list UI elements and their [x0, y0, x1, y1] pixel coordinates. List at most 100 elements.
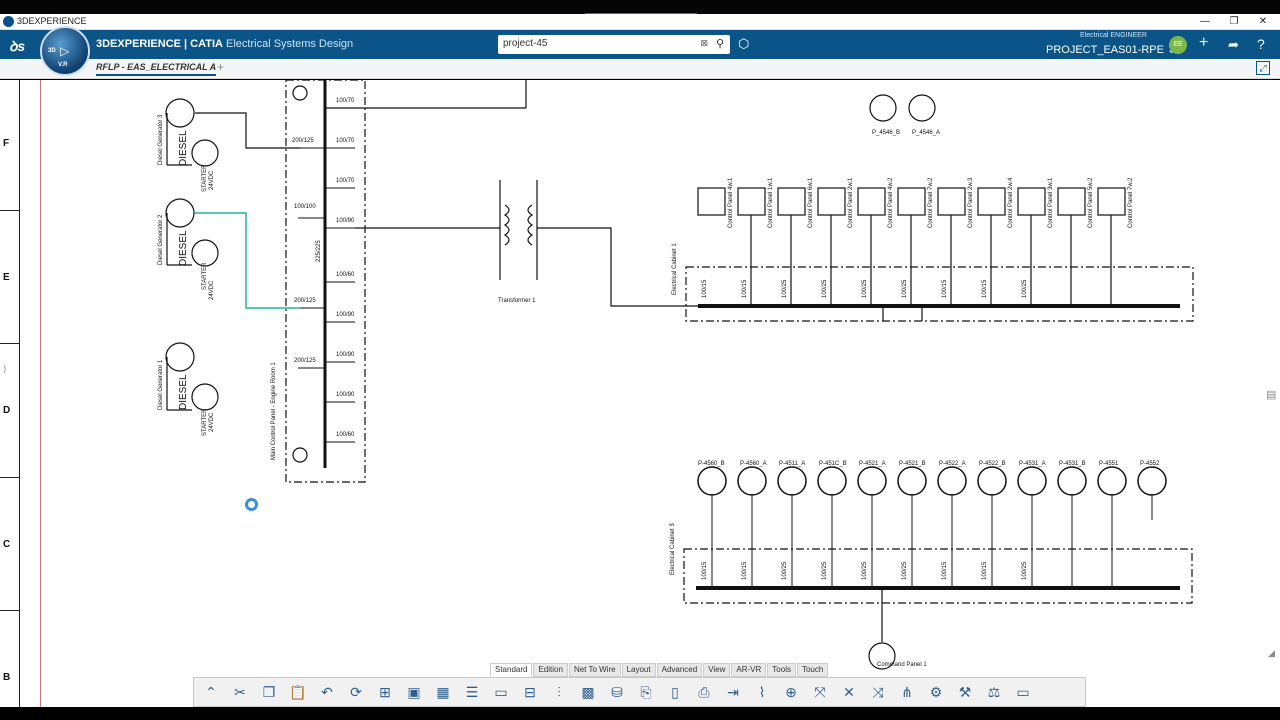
search-input[interactable]: project-45: [503, 38, 547, 49]
fullscreen-icon[interactable]: ⤢: [1256, 61, 1270, 75]
control-panel-10: Control Panel 5w.2: [1088, 177, 1094, 228]
tab-tools[interactable]: Tools: [767, 663, 796, 677]
database-icon[interactable]: ⛁: [606, 682, 628, 702]
cab3-rating-7: 100/15: [942, 561, 948, 580]
tab-touch[interactable]: Touch: [796, 663, 829, 677]
project-name: PROJECT_EAS01-RPE: [1046, 44, 1164, 56]
project-selector[interactable]: PROJECT_EAS01-RPE ⌄: [1046, 43, 1176, 56]
align-icon[interactable]: ⫶: [548, 682, 570, 702]
pump-label-12: P-4552: [1140, 461, 1160, 467]
cab-rating-5: 100/25: [862, 279, 868, 298]
export-icon[interactable]: ⇥: [722, 682, 744, 702]
report-icon[interactable]: ⎙: [693, 682, 715, 702]
cab3-rating-2: 100/15: [742, 561, 748, 580]
control-panel-2: Control Panel 1w.1: [768, 177, 774, 228]
link-icon[interactable]: ⤧: [809, 682, 831, 702]
starter-label-3: STARTER: [202, 164, 208, 192]
action-bar-tabs: Standard Edition Net To Wire Layout Adva…: [490, 663, 829, 677]
cut-icon[interactable]: ✂: [229, 682, 251, 702]
catalog-icon[interactable]: ⎘: [635, 682, 657, 702]
pump-label-1: P-4560_B: [698, 461, 725, 467]
add-icon[interactable]: +: [1199, 34, 1208, 52]
view-icon[interactable]: ▭: [1012, 682, 1034, 702]
search-box[interactable]: project-45 ⊠ ⚲: [498, 35, 730, 54]
paste-icon[interactable]: 📋: [287, 682, 309, 702]
properties-icon[interactable]: ☰: [461, 682, 483, 702]
rating-6: 100/60: [336, 272, 355, 278]
compass-widget[interactable]: 3D ▷ V.R: [40, 26, 90, 76]
tab-rflp-electrical[interactable]: RFLP - EAS_ELECTRICAL A: [96, 62, 217, 76]
close-button[interactable]: ✕: [1248, 14, 1278, 30]
rating-1: 100/70: [336, 98, 355, 104]
app-brand: 3DEXPERIENCE | CATIA Electrical Systems …: [96, 38, 353, 50]
help-icon[interactable]: ?: [1257, 36, 1265, 52]
ruler-label-d: D: [3, 405, 11, 416]
pump-label-8: P-4522_B: [979, 461, 1006, 467]
ruler-tick: [0, 610, 20, 611]
split-icon[interactable]: ⤨: [867, 682, 889, 702]
cab3-rating-9: 100/25: [1022, 561, 1028, 580]
network-icon[interactable]: ⊟: [519, 682, 541, 702]
play-icon[interactable]: ▷: [60, 44, 69, 58]
undo-icon[interactable]: ↶: [316, 682, 338, 702]
ruler-tick: [0, 210, 20, 211]
ds-logo-icon[interactable]: ꝺs: [9, 37, 25, 56]
main-rating-2: 200/125: [294, 298, 316, 304]
add-tab-button[interactable]: +: [217, 60, 224, 74]
table-icon[interactable]: ▦: [432, 682, 454, 702]
avatar[interactable]: EE: [1169, 36, 1187, 54]
main-rating-3: 200/125: [294, 358, 316, 364]
settings-icon[interactable]: ⚖: [983, 682, 1005, 702]
ruler-label-b: B: [3, 672, 11, 683]
collapse-toolbar-icon[interactable]: ⌃: [200, 682, 222, 702]
generator-3-label: Diesel Generator 3: [158, 114, 164, 165]
display-icon[interactable]: ▭: [490, 682, 512, 702]
image-icon[interactable]: ▣: [403, 682, 425, 702]
document-icon[interactable]: ▯: [664, 682, 686, 702]
drawing-canvas[interactable]: P_4546_B P_4546_A Transformer 1 Command …: [0, 79, 1280, 707]
tab-view[interactable]: View: [703, 663, 731, 677]
ruler-label-e: E: [3, 272, 10, 283]
search-icon[interactable]: ⚲: [716, 37, 724, 50]
maximize-button[interactable]: ❐: [1219, 14, 1249, 30]
rating-8: 100/90: [336, 352, 355, 358]
diesel-label-3: DIESEL: [178, 130, 189, 166]
tab-ar-vr[interactable]: AR-VR: [731, 663, 767, 677]
side-panel-icon[interactable]: ▤: [1266, 388, 1276, 401]
route-icon[interactable]: ⌇: [751, 682, 773, 702]
window-title: 3DEXPERIENCE: [17, 16, 87, 26]
clear-search-icon[interactable]: ⊠: [700, 38, 708, 49]
tab-standard[interactable]: Standard: [490, 663, 533, 677]
tools-icon[interactable]: ⚒: [954, 682, 976, 702]
tab-edition[interactable]: Edition: [533, 663, 568, 677]
sheet-ruler: F E D C B: [0, 80, 20, 707]
cabinet3-label: Electrical Cabinet 3: [670, 523, 676, 575]
connect-icon[interactable]: ⊕: [780, 682, 802, 702]
starter-label-2: STARTER: [202, 262, 208, 290]
refresh-icon[interactable]: ⟳: [345, 682, 367, 702]
grid-icon[interactable]: ▩: [577, 682, 599, 702]
starter-volt-1: 24VDC: [209, 412, 215, 432]
cab3-rating-3: 100/25: [782, 561, 788, 580]
minimize-button[interactable]: —: [1190, 14, 1220, 30]
tag-icon[interactable]: ⬡: [738, 36, 749, 52]
diesel-label-2: DIESEL: [178, 230, 189, 266]
pump-label-5: P-4521_A: [859, 461, 886, 467]
tab-layout[interactable]: Layout: [621, 663, 656, 677]
cabinet3-frame: [683, 548, 1193, 604]
top-pump-label-2: P_4546_A: [912, 130, 940, 136]
cab-rating-8: 100/15: [982, 279, 988, 298]
generator-1-label: Diesel Generator 1: [158, 359, 164, 410]
expand-panel-icon[interactable]: ⟩: [3, 364, 7, 375]
break-icon[interactable]: ✕: [838, 682, 860, 702]
cab3-rating-5: 100/25: [862, 561, 868, 580]
tab-advanced[interactable]: Advanced: [656, 663, 703, 677]
tab-net-to-wire[interactable]: Net To Wire: [568, 663, 621, 677]
harness-icon[interactable]: ⚙: [925, 682, 947, 702]
tree-icon[interactable]: ⋔: [896, 682, 918, 702]
insert-icon[interactable]: ⊞: [374, 682, 396, 702]
share-icon[interactable]: ➦: [1228, 37, 1239, 53]
resize-handle-icon[interactable]: ◢: [1268, 648, 1275, 659]
copy-icon[interactable]: ❐: [258, 682, 280, 702]
cab-rating-2: 100/15: [742, 279, 748, 298]
